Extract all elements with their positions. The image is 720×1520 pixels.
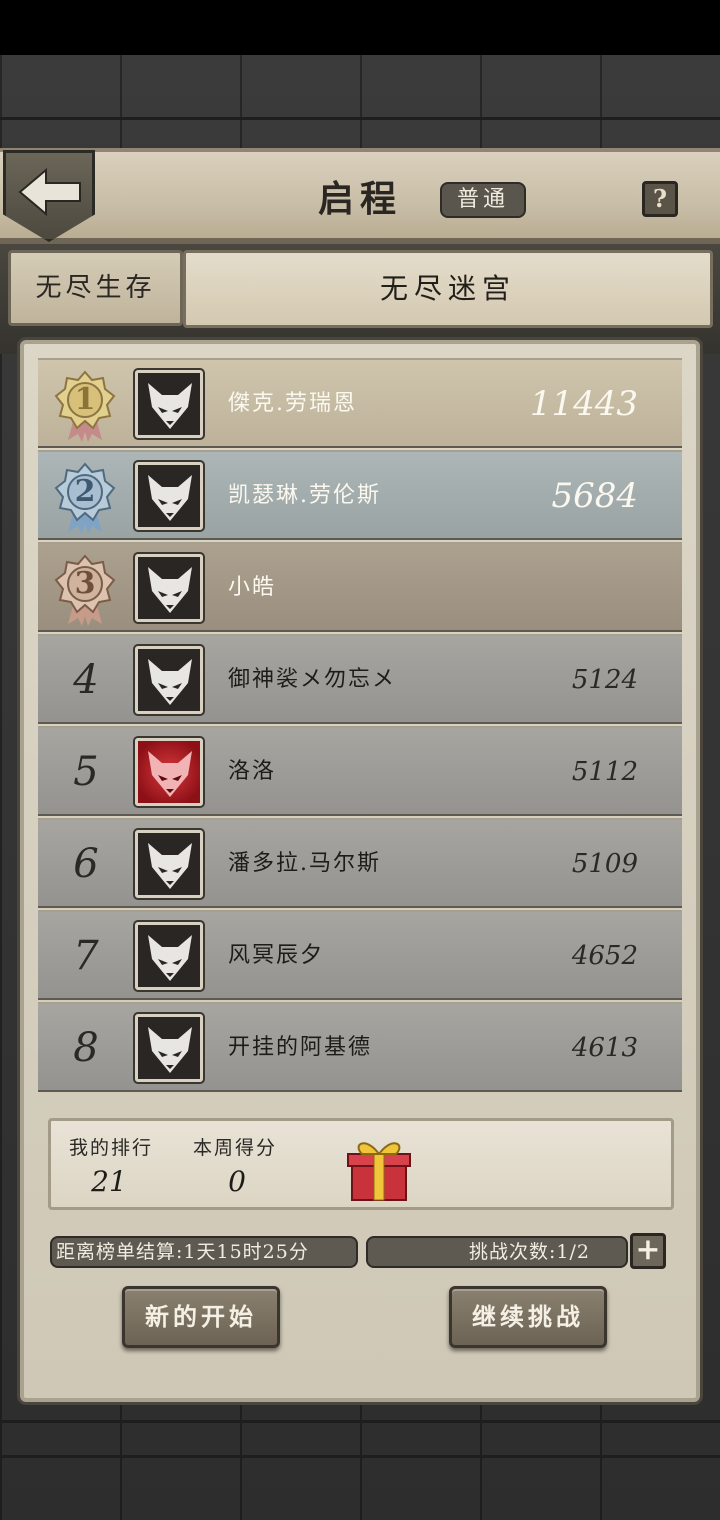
rank-number: 8	[73, 1025, 99, 1071]
wolf-icon	[148, 659, 192, 705]
player-avatar	[135, 554, 203, 622]
wolf-icon	[148, 475, 192, 521]
leaderboard-row[interactable]: 6 潘多拉.马尔斯 5109	[38, 818, 682, 908]
silver-medal-icon: 2	[52, 462, 118, 534]
leaderboard-row[interactable]: 1 傑克.劳瑞恩 11443	[38, 358, 682, 448]
player-name: 洛洛	[228, 759, 277, 784]
rank-number: 3	[74, 566, 96, 601]
player-name: 风冥辰夕	[228, 943, 325, 968]
red-wolf-icon	[148, 751, 192, 797]
challenge-count: 挑战次数:1/2	[366, 1236, 628, 1268]
rank-number: 5	[73, 749, 99, 795]
player-name: 开挂的阿基德	[228, 1035, 373, 1060]
player-score	[488, 564, 638, 612]
wolf-icon	[148, 567, 192, 613]
leaderboard-row[interactable]: 2 凯瑟琳.劳伦斯 5684	[38, 450, 682, 540]
gold-medal-icon: 1	[52, 370, 118, 442]
player-score: 5684	[551, 476, 638, 516]
player-score: 4613	[571, 1033, 638, 1063]
rank-number: 6	[73, 841, 99, 887]
wood-slat	[0, 117, 720, 120]
wolf-icon	[148, 1027, 192, 1073]
help-button[interactable]: ?	[642, 181, 678, 217]
player-score: 11443	[529, 384, 638, 424]
continue-challenge-button[interactable]: 继续挑战	[449, 1286, 607, 1348]
wolf-icon	[148, 843, 192, 889]
rank-number: 4	[73, 657, 99, 703]
rank-number: 1	[74, 382, 96, 417]
my-rank-label: 我的排行	[69, 1137, 154, 1159]
player-name: 潘多拉.马尔斯	[228, 851, 381, 876]
wolf-icon	[148, 383, 192, 429]
wood-slat	[0, 1420, 720, 1423]
leaderboard-row[interactable]: 7 风冥辰夕 4652	[38, 910, 682, 1000]
player-avatar	[135, 370, 203, 438]
my-rank-value: 21	[91, 1165, 127, 1198]
player-avatar	[135, 462, 203, 530]
player-score: 5112	[571, 757, 638, 787]
tab-endless-maze[interactable]: 无尽迷宫	[183, 250, 713, 328]
leaderboard-row[interactable]: 3 小皓	[38, 542, 682, 632]
player-avatar	[135, 738, 203, 806]
player-score: 4652	[571, 941, 638, 971]
player-name: 御神裟メ勿忘メ	[228, 667, 397, 692]
leaderboard-row[interactable]: 5 洛洛 5112	[38, 726, 682, 816]
player-name: 傑克.劳瑞恩	[228, 391, 357, 416]
rank-number: 2	[74, 474, 96, 509]
add-challenge-button[interactable]: +	[630, 1233, 666, 1269]
player-avatar	[135, 646, 203, 714]
player-name: 小皓	[228, 575, 277, 600]
difficulty-badge[interactable]: 普通	[440, 182, 526, 218]
weekly-score-value: 0	[228, 1165, 246, 1198]
leaderboard-row[interactable]: 8 开挂的阿基德 4613	[38, 1002, 682, 1092]
player-avatar	[135, 922, 203, 990]
back-arrow-icon	[18, 167, 81, 217]
player-avatar	[135, 830, 203, 898]
page-title: 启程	[317, 178, 402, 220]
wolf-icon	[148, 935, 192, 981]
wood-slat	[0, 1455, 720, 1458]
player-name: 凯瑟琳.劳伦斯	[228, 483, 381, 508]
settlement-timer: 距离榜单结算:1天15时25分	[50, 1236, 358, 1268]
weekly-score-label: 本周得分	[193, 1137, 278, 1159]
player-avatar	[135, 1014, 203, 1082]
gift-box-icon[interactable]	[346, 1134, 412, 1204]
rank-number: 7	[73, 933, 99, 979]
bronze-medal-icon: 3	[52, 554, 118, 626]
tab-endless-survival[interactable]: 无尽生存	[8, 250, 183, 326]
player-score: 5124	[571, 665, 638, 695]
leaderboard-list[interactable]: 1 傑克.劳瑞恩 11443 2 凯瑟琳.劳伦斯 5684 3 小皓 4 御神裟…	[38, 358, 682, 1098]
player-score: 5109	[571, 849, 638, 879]
leaderboard-row[interactable]: 4 御神裟メ勿忘メ 5124	[38, 634, 682, 724]
new-start-button[interactable]: 新的开始	[122, 1286, 280, 1348]
